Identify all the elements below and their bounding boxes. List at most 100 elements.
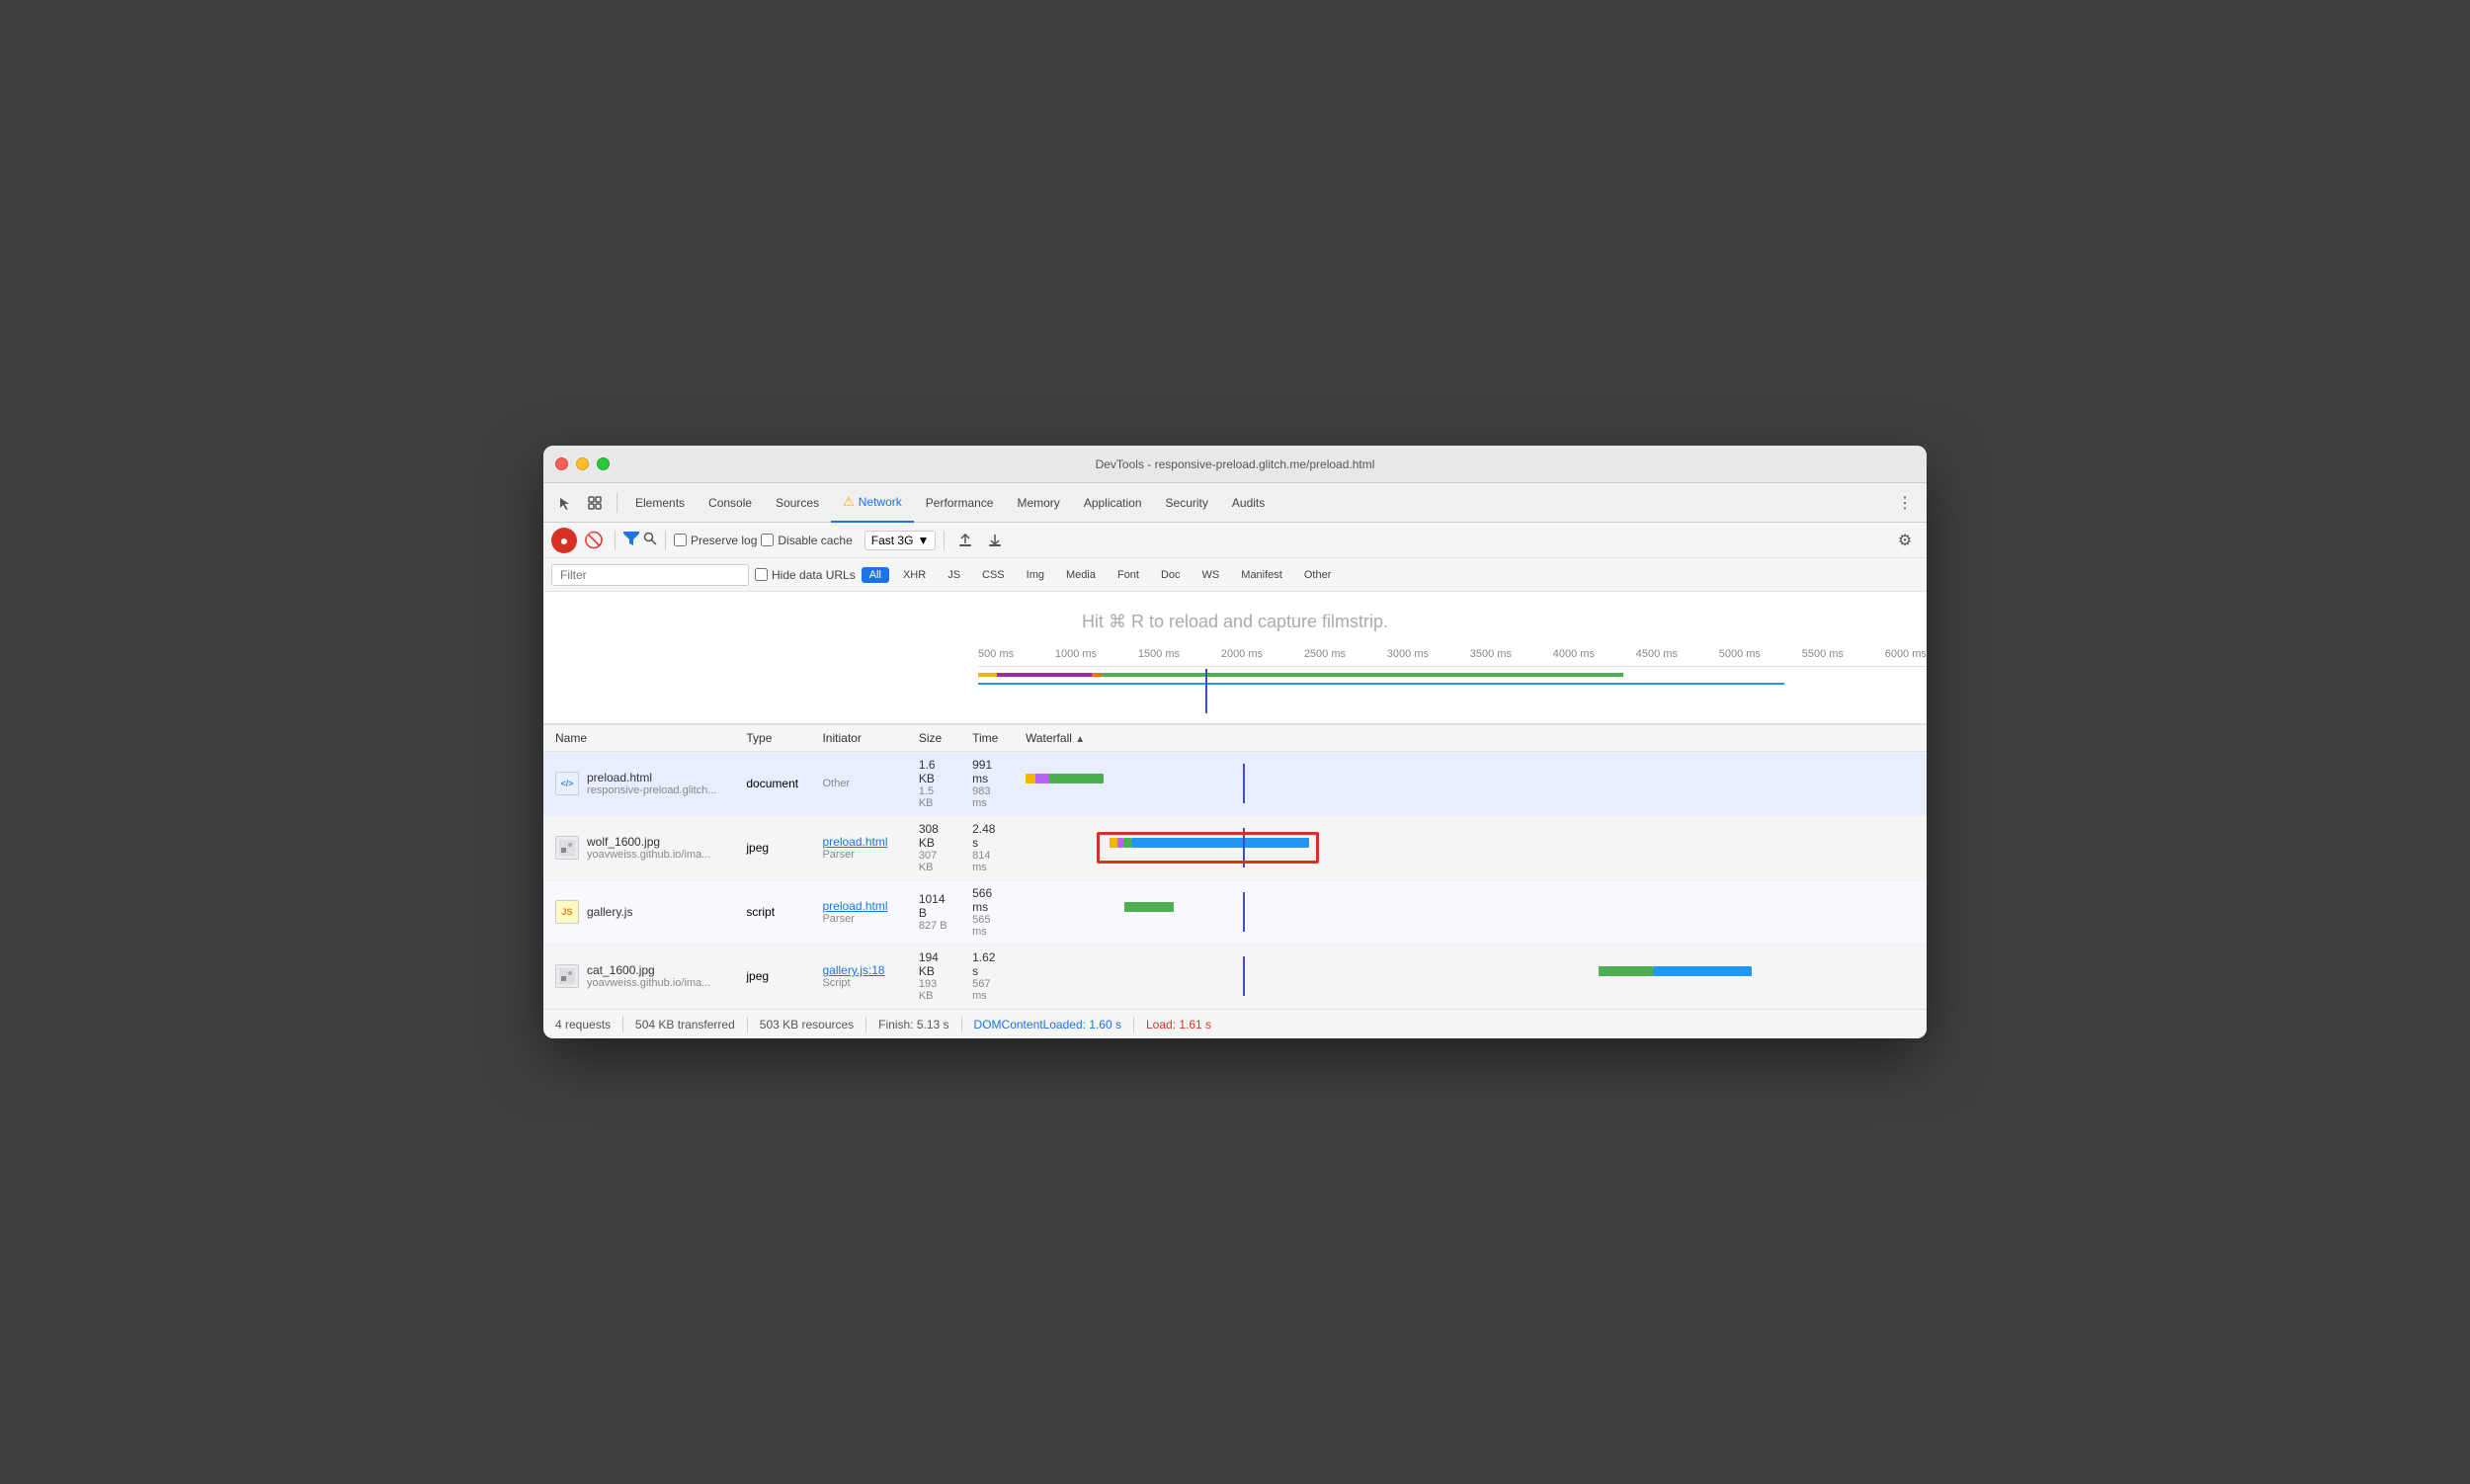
cell-name-3: JS gallery.js <box>543 880 734 945</box>
table-row: </> preload.html responsive-preload.glit… <box>543 752 1927 816</box>
filter-input[interactable] <box>551 564 749 586</box>
filter-manifest-button[interactable]: Manifest <box>1233 567 1290 583</box>
network-table-container: Name Type Initiator Size Time Waterfall … <box>543 724 1927 1009</box>
col-header-waterfall[interactable]: Waterfall ▲ <box>1014 725 1927 752</box>
file-url-4: yoavweiss.github.io/ima... <box>587 977 710 989</box>
status-resources: 503 KB resources <box>760 1018 854 1031</box>
table-row: cat_1600.jpg yoavweiss.github.io/ima... … <box>543 945 1927 1009</box>
filter-media-button[interactable]: Media <box>1058 567 1104 583</box>
tab-audits[interactable]: Audits <box>1220 483 1276 523</box>
tab-performance[interactable]: Performance <box>914 483 1006 523</box>
toolbar-divider-1 <box>615 531 616 550</box>
cell-name-4: cat_1600.jpg yoavweiss.github.io/ima... <box>543 945 734 1009</box>
initiator-link-3[interactable]: preload.html <box>822 899 894 913</box>
tab-divider <box>617 493 618 513</box>
filter-img-button[interactable]: Img <box>1019 567 1052 583</box>
titlebar: DevTools - responsive-preload.glitch.me/… <box>543 446 1927 483</box>
initiator-link-4[interactable]: gallery.js:18 <box>822 963 894 977</box>
timeline-bar-green <box>1102 673 1623 677</box>
disable-cache-label[interactable]: Disable cache <box>761 534 852 547</box>
filter-doc-button[interactable]: Doc <box>1153 567 1189 583</box>
close-button[interactable] <box>555 457 568 470</box>
tab-network[interactable]: ⚠ Network <box>831 483 914 523</box>
cell-type-2: jpeg <box>734 816 810 880</box>
status-divider-3 <box>865 1017 866 1032</box>
tab-console[interactable]: Console <box>697 483 764 523</box>
wf-vertical-line-4 <box>1243 956 1245 996</box>
upload-button[interactable] <box>952 528 978 553</box>
chevron-down-icon: ▼ <box>917 534 929 547</box>
filter-all-button[interactable]: All <box>862 567 889 583</box>
tab-security[interactable]: Security <box>1154 483 1220 523</box>
preserve-log-checkbox[interactable] <box>674 534 687 546</box>
filter-ws-button[interactable]: WS <box>1194 567 1228 583</box>
timeline-bar-yellow <box>978 673 997 677</box>
filter-font-button[interactable]: Font <box>1110 567 1147 583</box>
status-dom-content-loaded: DOMContentLoaded: 1.60 s <box>974 1018 1121 1031</box>
record-button[interactable]: ● <box>551 528 577 553</box>
tab-elements[interactable]: Elements <box>623 483 697 523</box>
search-icon[interactable] <box>643 532 657 548</box>
cell-time-3: 566 ms 565 ms <box>960 880 1014 945</box>
col-header-initiator[interactable]: Initiator <box>810 725 906 752</box>
cell-initiator-1: Other <box>810 752 906 816</box>
maximize-button[interactable] <box>597 457 610 470</box>
cell-time-2: 2.48 s 814 ms <box>960 816 1014 880</box>
hide-data-urls-checkbox[interactable] <box>755 568 768 581</box>
wf-vertical-line-3 <box>1243 892 1245 932</box>
tab-memory[interactable]: Memory <box>1005 483 1071 523</box>
table-row: JS gallery.js script preload.html Parser <box>543 880 1927 945</box>
cell-time-4: 1.62 s 567 ms <box>960 945 1014 1009</box>
download-button[interactable] <box>982 528 1008 553</box>
timeline-vertical-line <box>1205 669 1207 713</box>
cell-waterfall-3 <box>1014 880 1927 945</box>
timeline-area: Hit ⌘ R to reload and capture filmstrip.… <box>543 592 1927 724</box>
disable-cache-checkbox[interactable] <box>761 534 774 546</box>
more-tabs-button[interactable]: ⋮ <box>1891 489 1919 517</box>
tab-sources[interactable]: Sources <box>764 483 831 523</box>
devtools-tab-bar: Elements Console Sources ⚠ Network Perfo… <box>543 483 1927 523</box>
minimize-button[interactable] <box>576 457 589 470</box>
toolbar-divider-2 <box>665 531 666 550</box>
devtools-window: DevTools - responsive-preload.glitch.me/… <box>543 446 1927 1038</box>
cursor-icon[interactable] <box>551 489 579 517</box>
filter-other-button[interactable]: Other <box>1296 567 1340 583</box>
wf-vertical-line-1 <box>1243 764 1245 803</box>
cell-waterfall-2 <box>1014 816 1927 880</box>
network-toolbar: ● 🚫 Preserve log Disable cache Fast 3G ▼ <box>543 523 1927 558</box>
red-highlight-box <box>1097 832 1319 864</box>
file-url-1: responsive-preload.glitch... <box>587 784 716 796</box>
status-divider-2 <box>747 1017 748 1032</box>
filter-xhr-button[interactable]: XHR <box>895 567 934 583</box>
settings-icon[interactable]: ⚙ <box>1891 527 1919 554</box>
stop-button[interactable]: 🚫 <box>581 528 607 553</box>
filter-css-button[interactable]: CSS <box>974 567 1013 583</box>
filmstrip-hint: Hit ⌘ R to reload and capture filmstrip. <box>1082 612 1388 632</box>
toolbar-divider-3 <box>944 531 945 550</box>
filter-icon[interactable] <box>623 532 639 548</box>
inspect-icon[interactable] <box>581 489 609 517</box>
col-header-type[interactable]: Type <box>734 725 810 752</box>
wf-bar-recv-2 <box>1131 838 1309 848</box>
traffic-lights <box>555 457 610 470</box>
status-requests: 4 requests <box>555 1018 611 1031</box>
jpg-file-icon-wolf <box>555 836 579 860</box>
wf-bar-wait-1 <box>1049 774 1104 783</box>
timeline-blue-line <box>978 683 1784 685</box>
wf-bar-stall-1 <box>1026 774 1035 783</box>
timeline-ruler: 500 ms 1000 ms 1500 ms 2000 ms 2500 ms 3… <box>978 648 1927 667</box>
col-header-time[interactable]: Time <box>960 725 1014 752</box>
cell-initiator-4: gallery.js:18 Script <box>810 945 906 1009</box>
cell-size-4: 194 KB 193 KB <box>907 945 960 1009</box>
hide-data-urls-label[interactable]: Hide data URLs <box>755 568 856 582</box>
status-divider-1 <box>622 1017 623 1032</box>
filter-js-button[interactable]: JS <box>940 567 968 583</box>
preserve-log-label[interactable]: Preserve log <box>674 534 757 547</box>
network-table: Name Type Initiator Size Time Waterfall … <box>543 724 1927 1009</box>
throttle-select[interactable]: Fast 3G ▼ <box>864 531 937 550</box>
initiator-link-2[interactable]: preload.html <box>822 835 894 849</box>
col-header-name[interactable]: Name <box>543 725 734 752</box>
tab-application[interactable]: Application <box>1072 483 1154 523</box>
wf-bar-green-4 <box>1599 966 1653 976</box>
col-header-size[interactable]: Size <box>907 725 960 752</box>
